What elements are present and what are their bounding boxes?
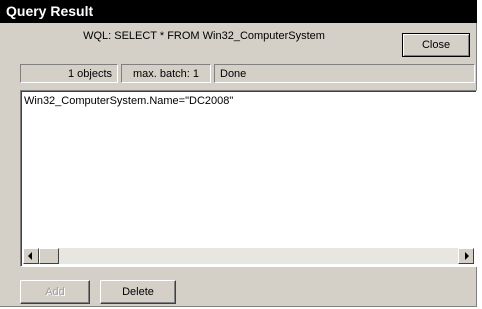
delete-button[interactable]: Delete <box>100 280 176 304</box>
max-batch: max. batch: 1 <box>121 64 211 83</box>
close-button[interactable]: Close <box>402 33 470 57</box>
list-item[interactable]: Win32_ComputerSystem.Name="DC2008" <box>24 95 233 107</box>
query-result-window: Query Result WQL: SELECT * FROM Win32_Co… <box>0 0 477 307</box>
horizontal-scrollbar[interactable] <box>23 248 474 264</box>
scroll-left-arrow-icon <box>28 252 32 260</box>
add-button: Add <box>20 280 90 304</box>
scroll-thumb[interactable] <box>39 248 59 264</box>
window-title: Query Result <box>0 0 477 23</box>
results-list[interactable]: Win32_ComputerSystem.Name="DC2008" <box>20 90 477 267</box>
scroll-right-arrow-icon <box>465 252 469 260</box>
status-bar: 1 objects max. batch: 1 Done <box>20 64 475 83</box>
query-status: Done <box>214 64 475 83</box>
object-count: 1 objects <box>20 64 118 83</box>
query-label: WQL: SELECT * FROM Win32_ComputerSystem <box>83 30 325 42</box>
scroll-left-button[interactable] <box>23 248 39 264</box>
scroll-right-button[interactable] <box>458 248 474 264</box>
